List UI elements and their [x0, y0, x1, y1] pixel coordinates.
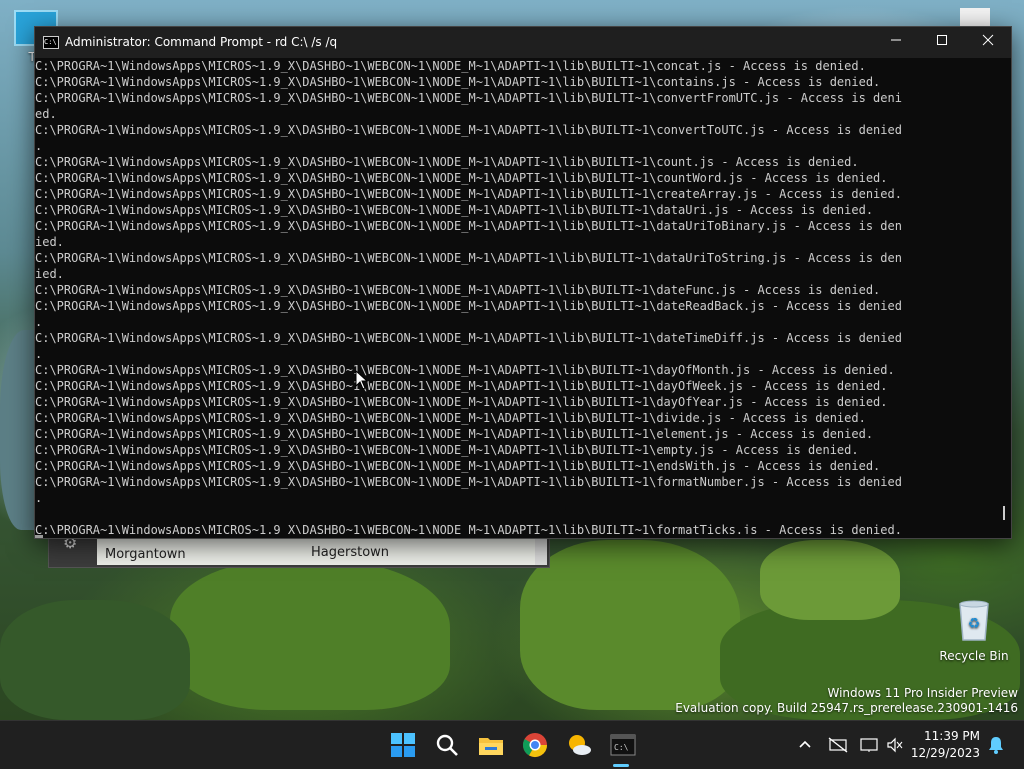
terminal-line: C:\PROGRA~1\WindowsApps\MICROS~1.9_X\DAS… [35, 523, 902, 534]
terminal-line: C:\PROGRA~1\WindowsApps\MICROS~1.9_X\DAS… [35, 475, 902, 489]
terminal-line: . [35, 491, 43, 505]
terminal-line: C:\PROGRA~1\WindowsApps\MICROS~1.9_X\DAS… [35, 299, 902, 313]
horizontal-scrollbar[interactable] [35, 534, 1011, 538]
taskbar: C:\ 11:39 PM 12/29/2023 [0, 720, 1024, 769]
terminal-output[interactable]: C:\PROGRA~1\WindowsApps\MICROS~1.9_X\DAS… [35, 58, 1011, 534]
file-explorer-icon[interactable] [477, 731, 505, 759]
text-cursor [1003, 506, 1005, 520]
terminal-line: C:\PROGRA~1\WindowsApps\MICROS~1.9_X\DAS… [35, 283, 881, 297]
clock-time: 11:39 PM [924, 729, 980, 743]
scrollbar-thumb[interactable] [35, 535, 43, 538]
window-title: Administrator: Command Prompt - rd C:\ /… [65, 35, 338, 49]
terminal-line: C:\PROGRA~1\WindowsApps\MICROS~1.9_X\DAS… [35, 395, 888, 409]
network-disconnected-icon[interactable] [828, 737, 848, 757]
terminal-line: ied. [35, 267, 64, 281]
minimize-button[interactable] [873, 27, 919, 58]
watermark-line: Windows 11 Pro Insider Preview [827, 686, 1018, 700]
terminal-line: C:\PROGRA~1\WindowsApps\MICROS~1.9_X\DAS… [35, 251, 902, 265]
terminal-line: C:\PROGRA~1\WindowsApps\MICROS~1.9_X\DAS… [35, 75, 881, 89]
terminal-line: C:\PROGRA~1\WindowsApps\MICROS~1.9_X\DAS… [35, 219, 902, 233]
terminal-line: . [35, 315, 43, 329]
terminal-line: C:\PROGRA~1\WindowsApps\MICROS~1.9_X\DAS… [35, 411, 866, 425]
terminal-line: . [35, 139, 43, 153]
document-icon [960, 8, 990, 28]
windows-start-icon[interactable] [389, 731, 417, 759]
minimize-icon [891, 39, 901, 41]
terminal-line: C:\PROGRA~1\WindowsApps\MICROS~1.9_X\DAS… [35, 379, 888, 393]
map-place-label: Morgantown [105, 547, 186, 562]
terminal-line: C:\PROGRA~1\WindowsApps\MICROS~1.9_X\DAS… [35, 91, 902, 105]
notification-bell-icon[interactable] [988, 736, 1004, 758]
chevron-up-icon[interactable] [798, 737, 812, 755]
close-icon [982, 34, 994, 46]
terminal-line: ed. [35, 107, 57, 121]
recycle-bin-icon: ♻ [934, 598, 1014, 645]
terminal-icon[interactable]: C:\ [609, 731, 637, 759]
terminal-line: C:\PROGRA~1\WindowsApps\MICROS~1.9_X\DAS… [35, 427, 874, 441]
terminal-line: C:\PROGRA~1\WindowsApps\MICROS~1.9_X\DAS… [35, 203, 874, 217]
svg-text:♻: ♻ [968, 616, 981, 632]
svg-text:C:\: C:\ [614, 743, 629, 752]
evaluation-watermark: Windows 11 Pro Insider Preview Evaluatio… [675, 686, 1018, 716]
map-place-label: Hagerstown [311, 545, 390, 560]
desktop-icon-recycle-bin[interactable]: ♻ Recycle Bin [934, 598, 1014, 663]
command-prompt-icon: C:\ [43, 36, 59, 49]
title-bar[interactable]: C:\ Administrator: Command Prompt - rd C… [35, 27, 1011, 58]
active-app-indicator [613, 764, 629, 767]
terminal-line: C:\PROGRA~1\WindowsApps\MICROS~1.9_X\DAS… [35, 59, 866, 73]
weather-icon[interactable] [565, 731, 593, 759]
terminal-line: C:\PROGRA~1\WindowsApps\MICROS~1.9_X\DAS… [35, 443, 859, 457]
terminal-line: C:\PROGRA~1\WindowsApps\MICROS~1.9_X\DAS… [35, 171, 888, 185]
terminal-line: C:\PROGRA~1\WindowsApps\MICROS~1.9_X\DAS… [35, 187, 902, 201]
terminal-line: ied. [35, 235, 64, 249]
mouse-pointer-icon [355, 370, 369, 390]
terminal-line: . [35, 347, 43, 361]
volume-muted-icon[interactable] [886, 737, 904, 757]
display-icon[interactable] [860, 737, 878, 757]
terminal-line: C:\PROGRA~1\WindowsApps\MICROS~1.9_X\DAS… [35, 331, 902, 345]
desktop-icon-label: Recycle Bin [939, 649, 1009, 663]
terminal-line: C:\PROGRA~1\WindowsApps\MICROS~1.9_X\DAS… [35, 459, 881, 473]
close-button[interactable] [965, 27, 1011, 58]
chrome-icon[interactable] [521, 731, 549, 759]
terminal-line: C:\PROGRA~1\WindowsApps\MICROS~1.9_X\DAS… [35, 363, 895, 377]
vertical-scrollbar[interactable] [999, 58, 1011, 534]
watermark-line: Evaluation copy. Build 25947.rs_prerelea… [675, 701, 1018, 715]
system-clock[interactable]: 11:39 PM 12/29/2023 [911, 728, 980, 762]
clock-date: 12/29/2023 [910, 746, 980, 760]
maximize-button[interactable] [919, 27, 965, 58]
maximize-icon [937, 35, 947, 45]
search-icon[interactable] [433, 731, 461, 759]
command-prompt-window[interactable]: C:\ Administrator: Command Prompt - rd C… [34, 26, 1012, 539]
terminal-line: C:\PROGRA~1\WindowsApps\MICROS~1.9_X\DAS… [35, 123, 902, 137]
terminal-line: C:\PROGRA~1\WindowsApps\MICROS~1.9_X\DAS… [35, 155, 859, 169]
